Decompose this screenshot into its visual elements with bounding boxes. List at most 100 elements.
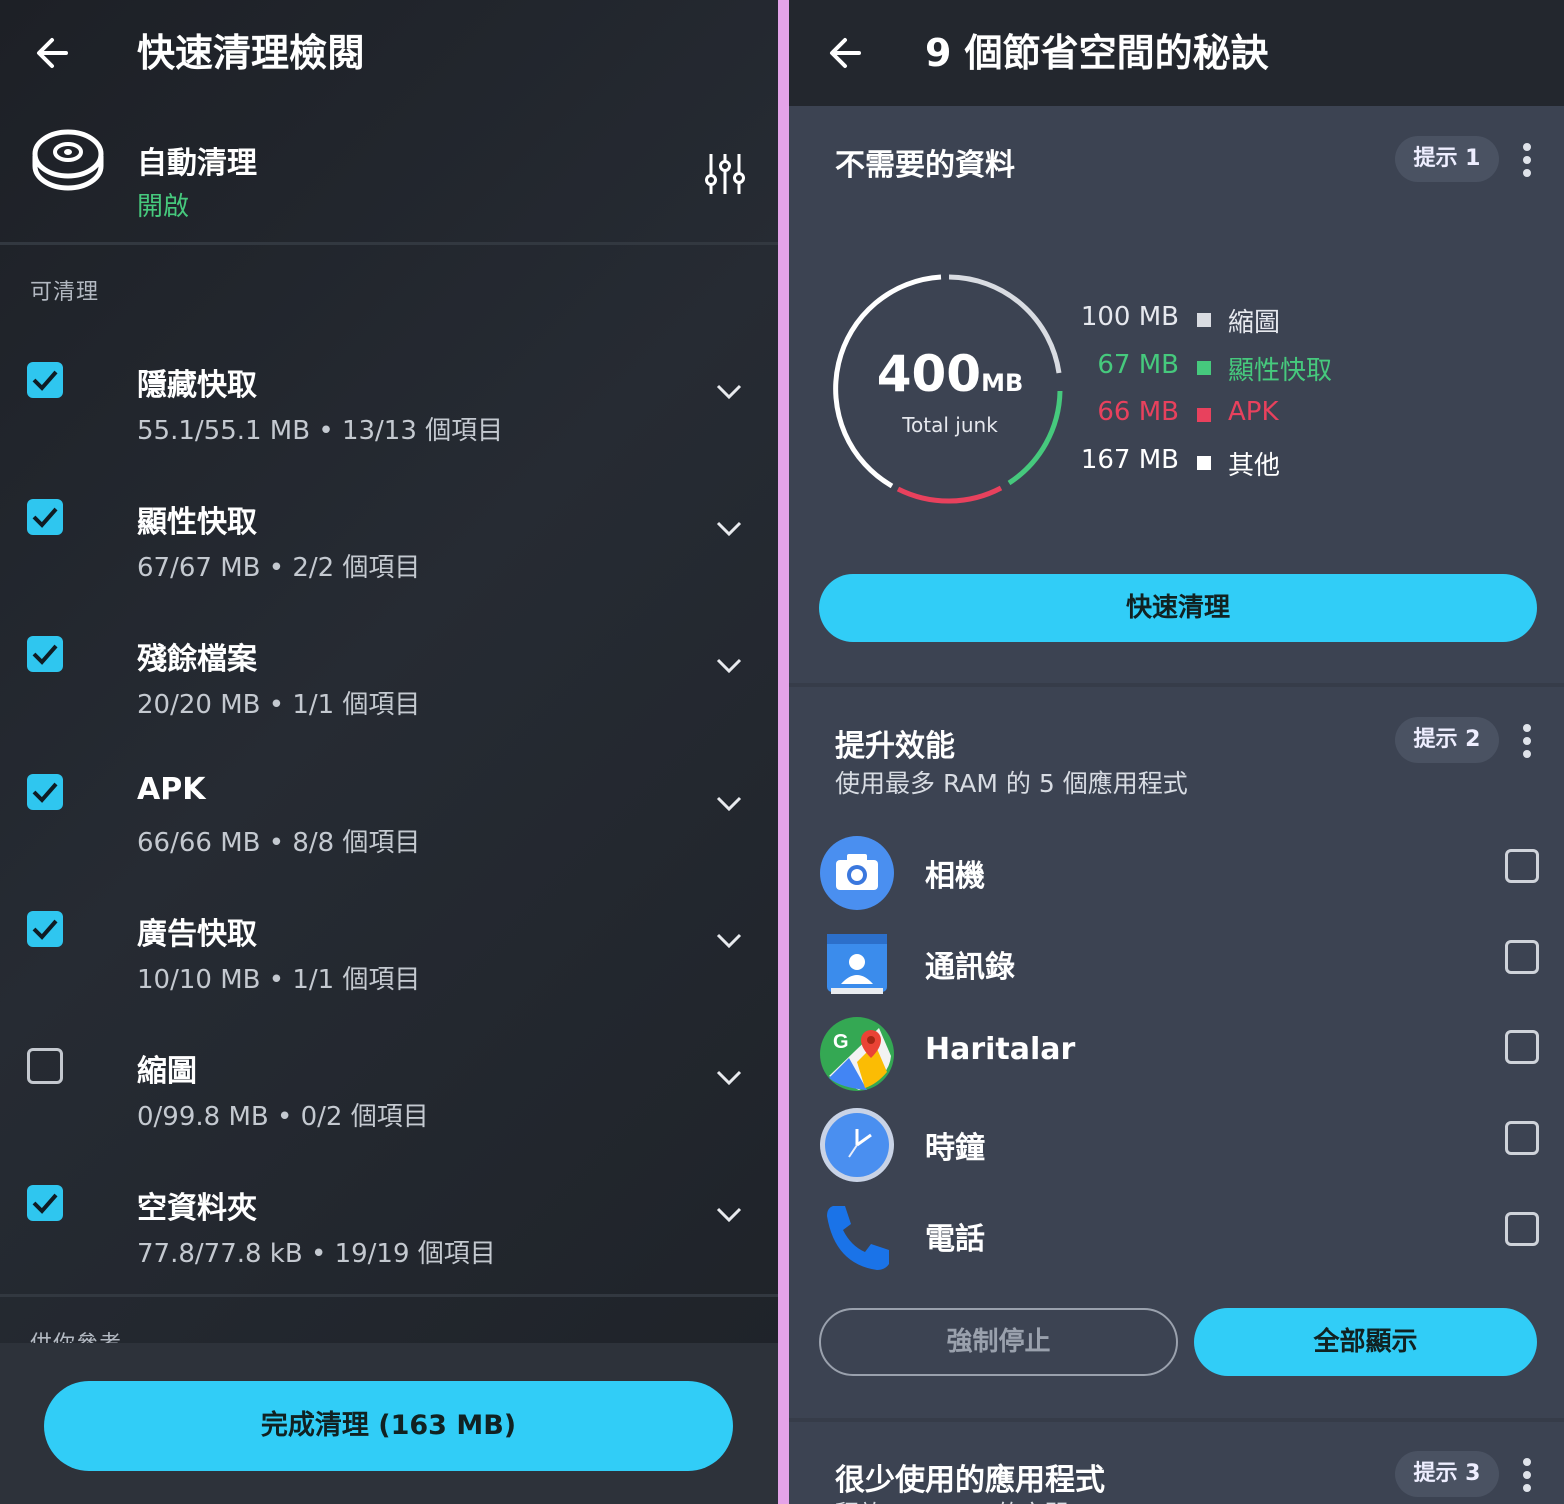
item-detail: 67/67 MB • 2/2 個項目 bbox=[137, 553, 421, 583]
tip-badge: 提示 1 bbox=[1395, 136, 1499, 182]
chevron-down-icon[interactable] bbox=[716, 1070, 742, 1086]
checkbox-checked[interactable] bbox=[27, 636, 63, 672]
disk-clean-icon bbox=[32, 129, 104, 191]
app-name: Haritalar bbox=[925, 1032, 1076, 1067]
checkbox-checked[interactable] bbox=[27, 911, 63, 947]
app-name: 通訊錄 bbox=[925, 950, 1015, 985]
clock-icon bbox=[820, 1108, 894, 1182]
right-panel: 9 個節省空間的秘訣 不需要的資料 提示 1 400MB Total junk … bbox=[789, 0, 1564, 1504]
legend-swatch bbox=[1197, 313, 1211, 327]
left-panel: 快速清理檢閱 自動清理 開啟 可清理 隱藏快取 55.1/55.1 MB • 1… bbox=[0, 0, 778, 1504]
app-row-clock[interactable]: 時鐘 bbox=[789, 1107, 1564, 1197]
back-arrow-icon[interactable] bbox=[823, 30, 869, 76]
back-arrow-icon[interactable] bbox=[30, 30, 76, 76]
chevron-down-icon[interactable] bbox=[716, 796, 742, 812]
checkbox-checked[interactable] bbox=[27, 1185, 63, 1221]
legend-swatch bbox=[1197, 456, 1211, 470]
total-junk-caption: Total junk bbox=[902, 413, 998, 437]
checkbox-checked[interactable] bbox=[27, 362, 63, 398]
legend-label: APK bbox=[1228, 397, 1279, 427]
phone-icon bbox=[827, 1206, 889, 1270]
checkbox-checked[interactable] bbox=[27, 499, 63, 535]
legend-label: 縮圖 bbox=[1228, 308, 1281, 338]
svg-text:G: G bbox=[833, 1031, 849, 1053]
finish-clean-button[interactable]: 完成清理 (163 MB) bbox=[44, 1381, 733, 1471]
item-title: 廣告快取 bbox=[137, 917, 257, 952]
legend-label: 其他 bbox=[1228, 451, 1281, 481]
chevron-down-icon[interactable] bbox=[716, 933, 742, 949]
page-title: 快速清理檢閱 bbox=[137, 31, 366, 75]
page-title: 9 個節省空間的秘訣 bbox=[925, 31, 1269, 75]
panel-divider bbox=[778, 0, 789, 1504]
card-title: 很少使用的應用程式 bbox=[835, 1463, 1105, 1498]
item-detail: 0/99.8 MB • 0/2 個項目 bbox=[137, 1102, 429, 1132]
app-name: 時鐘 bbox=[925, 1131, 985, 1166]
quick-clean-button[interactable]: 快速清理 bbox=[819, 574, 1537, 642]
app-row-contacts[interactable]: 通訊錄 bbox=[789, 926, 1564, 1016]
item-title: 隱藏快取 bbox=[137, 368, 257, 403]
chevron-down-icon[interactable] bbox=[716, 384, 742, 400]
app-name: 電話 bbox=[925, 1222, 985, 1257]
item-title: 空資料夾 bbox=[137, 1191, 257, 1226]
app-row-maps[interactable]: G Haritalar bbox=[789, 1016, 1564, 1106]
item-detail: 66/66 MB • 8/8 個項目 bbox=[137, 828, 421, 858]
legend-visible-cache: 67 MB 顯性快取 bbox=[1049, 350, 1349, 386]
list-item-empty-folders[interactable]: 空資料夾 77.8/77.8 kB • 19/19 個項目 bbox=[0, 1185, 778, 1322]
tip-badge: 提示 3 bbox=[1395, 1451, 1499, 1497]
divider bbox=[0, 242, 778, 245]
card-subtitle: 使用最多 RAM 的 5 個應用程式 bbox=[835, 769, 1188, 798]
chevron-down-icon[interactable] bbox=[716, 521, 742, 537]
list-item-visible-cache[interactable]: 顯性快取 67/67 MB • 2/2 個項目 bbox=[0, 499, 778, 636]
more-menu-icon[interactable] bbox=[1523, 143, 1533, 182]
checkbox-checked[interactable] bbox=[27, 774, 63, 810]
show-all-button[interactable]: 全部顯示 bbox=[1194, 1308, 1537, 1376]
item-detail: 20/20 MB • 1/1 個項目 bbox=[137, 690, 421, 720]
checkbox-unchecked[interactable] bbox=[1505, 849, 1539, 883]
divider bbox=[789, 683, 1564, 687]
tip-badge: 提示 2 bbox=[1395, 717, 1499, 763]
list-item-hidden-cache[interactable]: 隱藏快取 55.1/55.1 MB • 13/13 個項目 bbox=[0, 362, 778, 499]
legend-swatch bbox=[1197, 408, 1211, 422]
card-title: 提升效能 bbox=[835, 729, 955, 764]
list-item-residual-files[interactable]: 殘餘檔案 20/20 MB • 1/1 個項目 bbox=[0, 636, 778, 773]
more-menu-icon[interactable] bbox=[1523, 1458, 1533, 1497]
legend-value: 167 MB bbox=[1080, 445, 1179, 475]
item-detail: 10/10 MB • 1/1 個項目 bbox=[137, 965, 421, 995]
list-item-ad-cache[interactable]: 廣告快取 10/10 MB • 1/1 個項目 bbox=[0, 911, 778, 1048]
checkbox-unchecked[interactable] bbox=[27, 1048, 63, 1084]
maps-icon: G bbox=[820, 1017, 894, 1091]
legend-other: 167 MB 其他 bbox=[1049, 445, 1349, 481]
more-menu-icon[interactable] bbox=[1523, 724, 1533, 763]
legend-value: 67 MB bbox=[1097, 350, 1179, 380]
sliders-settings-icon[interactable] bbox=[704, 152, 746, 196]
list-item-apk[interactable]: APK 66/66 MB • 8/8 個項目 bbox=[0, 772, 778, 911]
chevron-down-icon[interactable] bbox=[716, 1207, 742, 1223]
divider bbox=[0, 1294, 778, 1297]
item-detail: 77.8/77.8 kB • 19/19 個項目 bbox=[137, 1239, 496, 1269]
app-row-camera[interactable]: 相機 bbox=[789, 835, 1564, 925]
total-junk-value: 400MB bbox=[835, 345, 1065, 403]
item-title: 縮圖 bbox=[137, 1054, 197, 1089]
force-stop-button[interactable]: 強制停止 bbox=[819, 1308, 1178, 1376]
app-row-phone[interactable]: 電話 bbox=[789, 1198, 1564, 1288]
checkbox-unchecked[interactable] bbox=[1505, 1030, 1539, 1064]
list-item-thumbnails[interactable]: 縮圖 0/99.8 MB • 0/2 個項目 bbox=[0, 1048, 778, 1185]
item-detail: 55.1/55.1 MB • 13/13 個項目 bbox=[137, 416, 504, 446]
legend-apk: 66 MB APK bbox=[1049, 397, 1349, 433]
total-unit: MB bbox=[981, 369, 1024, 397]
camera-icon bbox=[820, 836, 894, 910]
checkbox-unchecked[interactable] bbox=[1505, 1121, 1539, 1155]
item-title: 殘餘檔案 bbox=[137, 642, 257, 677]
checkbox-unchecked[interactable] bbox=[1505, 1212, 1539, 1246]
legend-label: 顯性快取 bbox=[1228, 356, 1333, 386]
card-title: 不需要的資料 bbox=[835, 148, 1015, 183]
auto-clean-title: 自動清理 bbox=[137, 146, 257, 181]
divider bbox=[789, 1418, 1564, 1422]
legend-thumbnails: 100 MB 縮圖 bbox=[1049, 302, 1349, 338]
legend-value: 66 MB bbox=[1097, 397, 1179, 427]
contacts-icon bbox=[827, 934, 887, 994]
chevron-down-icon[interactable] bbox=[716, 658, 742, 674]
checkbox-unchecked[interactable] bbox=[1505, 940, 1539, 974]
legend-value: 100 MB bbox=[1080, 302, 1179, 332]
card-subtitle: 釋放 1.18 MB 的空間 bbox=[835, 1494, 1069, 1504]
